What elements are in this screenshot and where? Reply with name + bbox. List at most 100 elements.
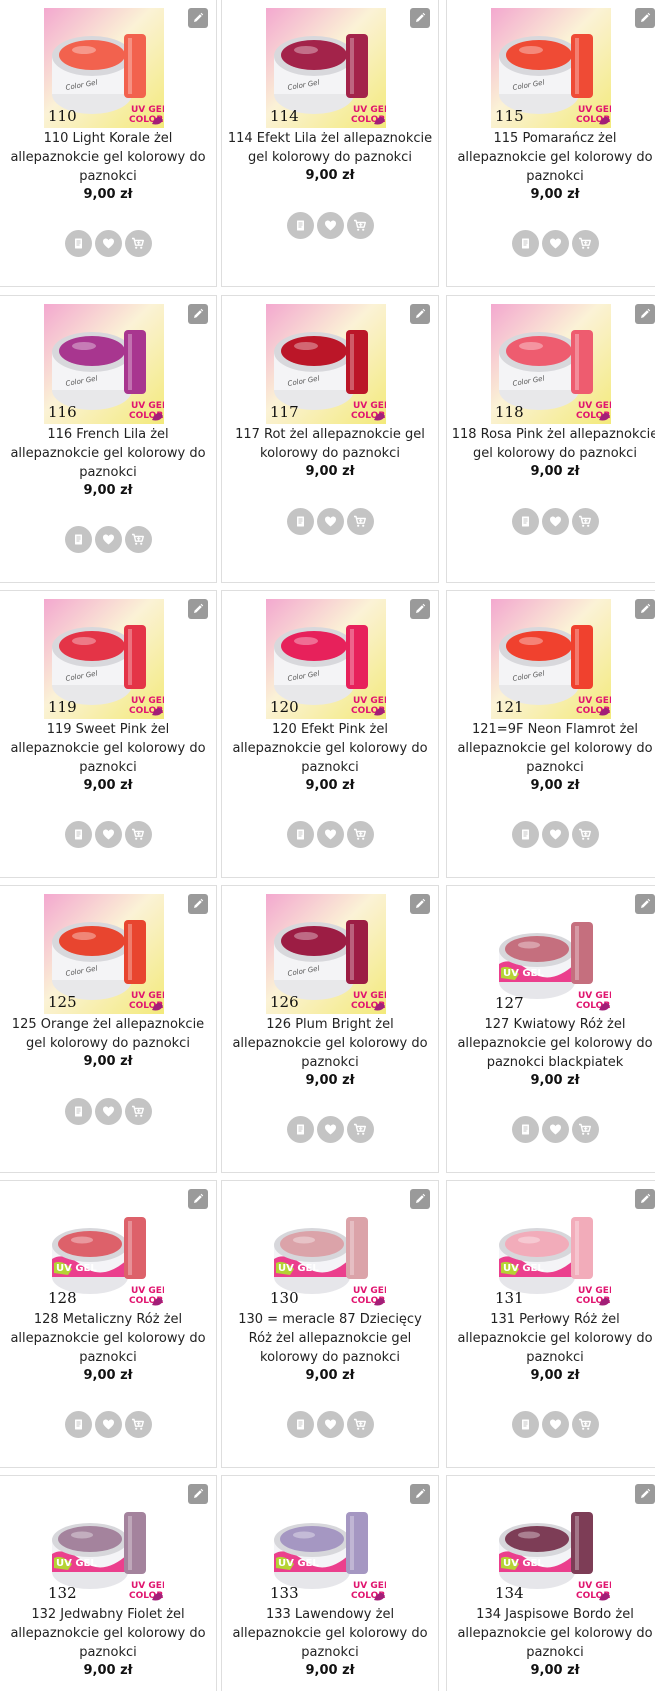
product-name-link[interactable]: 121=9F Neon Flamrot żel allepaznokcie ge… [457, 722, 652, 775]
product-name-link[interactable]: 128 Metaliczny Róż żel allepaznokcie gel… [10, 1312, 205, 1365]
wishlist-button[interactable] [541, 821, 569, 848]
wishlist-button[interactable] [94, 526, 122, 553]
product-image[interactable]: Color GelUV GELCOLOR115 [491, 8, 611, 128]
details-button[interactable] [511, 821, 539, 848]
details-button[interactable] [511, 1116, 539, 1143]
add-to-cart-button[interactable] [571, 1411, 599, 1438]
edit-button[interactable] [410, 1484, 430, 1504]
product-card[interactable]: Color GelUV GELCOLOR114114 Efekt Lila że… [221, 0, 439, 287]
product-card[interactable]: Color GelUV GELCOLOR120120 Efekt Pink że… [221, 590, 439, 878]
add-to-cart-button[interactable] [346, 508, 374, 535]
product-image[interactable]: UV GELUV GELCOLOR130 [266, 1189, 386, 1309]
product-card[interactable]: UV GELUV GELCOLOR131131 Perłowy Róż żel … [446, 1180, 655, 1468]
product-name-link[interactable]: 126 Plum Bright żel allepaznokcie gel ko… [232, 1017, 427, 1070]
wishlist-button[interactable] [541, 1116, 569, 1143]
add-to-cart-button[interactable] [124, 1098, 152, 1125]
product-name-link[interactable]: 116 French Lila żel allepaznokcie gel ko… [10, 427, 205, 480]
details-button[interactable] [286, 1411, 314, 1438]
product-image[interactable]: UV GELUV GELCOLOR128 [44, 1189, 164, 1309]
product-image[interactable]: UV GELUV GELCOLOR133 [266, 1484, 386, 1604]
product-image[interactable]: Color GelUV GELCOLOR114 [266, 8, 386, 128]
product-image[interactable]: Color GelUV GELCOLOR118 [491, 304, 611, 424]
edit-button[interactable] [635, 1189, 655, 1209]
add-to-cart-button[interactable] [571, 1116, 599, 1143]
details-button[interactable] [64, 230, 92, 257]
details-button[interactable] [511, 508, 539, 535]
edit-button[interactable] [410, 894, 430, 914]
product-card[interactable]: Color GelUV GELCOLOR121121=9F Neon Flamr… [446, 590, 655, 878]
product-image[interactable]: Color GelUV GELCOLOR116 [44, 304, 164, 424]
add-to-cart-button[interactable] [346, 1116, 374, 1143]
product-card[interactable]: UV GELUV GELCOLOR128128 Metaliczny Róż ż… [0, 1180, 217, 1468]
details-button[interactable] [64, 526, 92, 553]
wishlist-button[interactable] [541, 508, 569, 535]
product-card[interactable]: Color GelUV GELCOLOR118118 Rosa Pink żel… [446, 295, 655, 583]
product-card[interactable]: UV GELUV GELCOLOR127127 Kwiatowy Róż żel… [446, 885, 655, 1173]
add-to-cart-button[interactable] [124, 1411, 152, 1438]
edit-button[interactable] [188, 599, 208, 619]
product-image[interactable]: UV GELUV GELCOLOR134 [491, 1484, 611, 1604]
wishlist-button[interactable] [316, 508, 344, 535]
product-image[interactable]: Color GelUV GELCOLOR121 [491, 599, 611, 719]
edit-button[interactable] [635, 599, 655, 619]
product-card[interactable]: Color GelUV GELCOLOR110110 Light Korale … [0, 0, 217, 287]
product-card[interactable]: UV GELUV GELCOLOR133133 Lawendowy żel al… [221, 1475, 439, 1691]
edit-button[interactable] [635, 304, 655, 324]
edit-button[interactable] [188, 1189, 208, 1209]
edit-button[interactable] [635, 894, 655, 914]
wishlist-button[interactable] [316, 1116, 344, 1143]
edit-button[interactable] [188, 1484, 208, 1504]
wishlist-button[interactable] [316, 212, 344, 239]
product-image[interactable]: Color GelUV GELCOLOR126 [266, 894, 386, 1014]
edit-button[interactable] [188, 304, 208, 324]
edit-button[interactable] [188, 894, 208, 914]
product-image[interactable]: Color GelUV GELCOLOR117 [266, 304, 386, 424]
product-name-link[interactable]: 127 Kwiatowy Róż żel allepaznokcie gel k… [457, 1017, 652, 1070]
add-to-cart-button[interactable] [346, 212, 374, 239]
add-to-cart-button[interactable] [346, 821, 374, 848]
product-card[interactable]: Color GelUV GELCOLOR126126 Plum Bright ż… [221, 885, 439, 1173]
product-card[interactable]: Color GelUV GELCOLOR125125 Orange żel al… [0, 885, 217, 1173]
product-image[interactable]: Color GelUV GELCOLOR110 [44, 8, 164, 128]
details-button[interactable] [64, 1098, 92, 1125]
add-to-cart-button[interactable] [346, 1411, 374, 1438]
wishlist-button[interactable] [316, 1411, 344, 1438]
add-to-cart-button[interactable] [571, 821, 599, 848]
product-image[interactable]: Color GelUV GELCOLOR119 [44, 599, 164, 719]
details-button[interactable] [286, 821, 314, 848]
product-card[interactable]: Color GelUV GELCOLOR119119 Sweet Pink że… [0, 590, 217, 878]
wishlist-button[interactable] [94, 1411, 122, 1438]
product-image[interactable]: UV GELUV GELCOLOR127 [491, 894, 611, 1014]
product-image[interactable]: UV GELUV GELCOLOR131 [491, 1189, 611, 1309]
wishlist-button[interactable] [94, 1098, 122, 1125]
wishlist-button[interactable] [94, 821, 122, 848]
details-button[interactable] [511, 1411, 539, 1438]
product-card[interactable]: UV GELUV GELCOLOR132132 Jedwabny Fiolet … [0, 1475, 217, 1691]
product-name-link[interactable]: 115 Pomarańcz żel allepaznokcie gel kolo… [457, 131, 652, 184]
details-button[interactable] [286, 212, 314, 239]
add-to-cart-button[interactable] [124, 230, 152, 257]
product-card[interactable]: Color GelUV GELCOLOR116116 French Lila ż… [0, 295, 217, 583]
product-name-link[interactable]: 131 Perłowy Róż żel allepaznokcie gel ko… [457, 1312, 652, 1365]
edit-button[interactable] [410, 1189, 430, 1209]
edit-button[interactable] [410, 599, 430, 619]
edit-button[interactable] [410, 8, 430, 28]
wishlist-button[interactable] [316, 821, 344, 848]
wishlist-button[interactable] [541, 1411, 569, 1438]
product-image[interactable]: Color GelUV GELCOLOR120 [266, 599, 386, 719]
product-name-link[interactable]: 119 Sweet Pink żel allepaznokcie gel kol… [10, 722, 205, 775]
details-button[interactable] [286, 1116, 314, 1143]
add-to-cart-button[interactable] [571, 508, 599, 535]
product-card[interactable]: Color GelUV GELCOLOR117117 Rot żel allep… [221, 295, 439, 583]
product-name-link[interactable]: 120 Efekt Pink żel allepaznokcie gel kol… [232, 722, 427, 775]
product-name-link[interactable]: 132 Jedwabny Fiolet żel allepaznokcie ge… [10, 1607, 205, 1660]
product-name-link[interactable]: 130 = meracle 87 Dziecięcy Róż żel allep… [238, 1312, 422, 1365]
product-name-link[interactable]: 125 Orange żel allepaznokcie gel kolorow… [12, 1017, 204, 1051]
product-card[interactable]: UV GELUV GELCOLOR134134 Jaspisowe Bordo … [446, 1475, 655, 1691]
add-to-cart-button[interactable] [124, 821, 152, 848]
details-button[interactable] [64, 1411, 92, 1438]
details-button[interactable] [286, 508, 314, 535]
product-name-link[interactable]: 133 Lawendowy żel allepaznokcie gel kolo… [232, 1607, 427, 1660]
wishlist-button[interactable] [94, 230, 122, 257]
product-card[interactable]: UV GELUV GELCOLOR130130 = meracle 87 Dzi… [221, 1180, 439, 1468]
